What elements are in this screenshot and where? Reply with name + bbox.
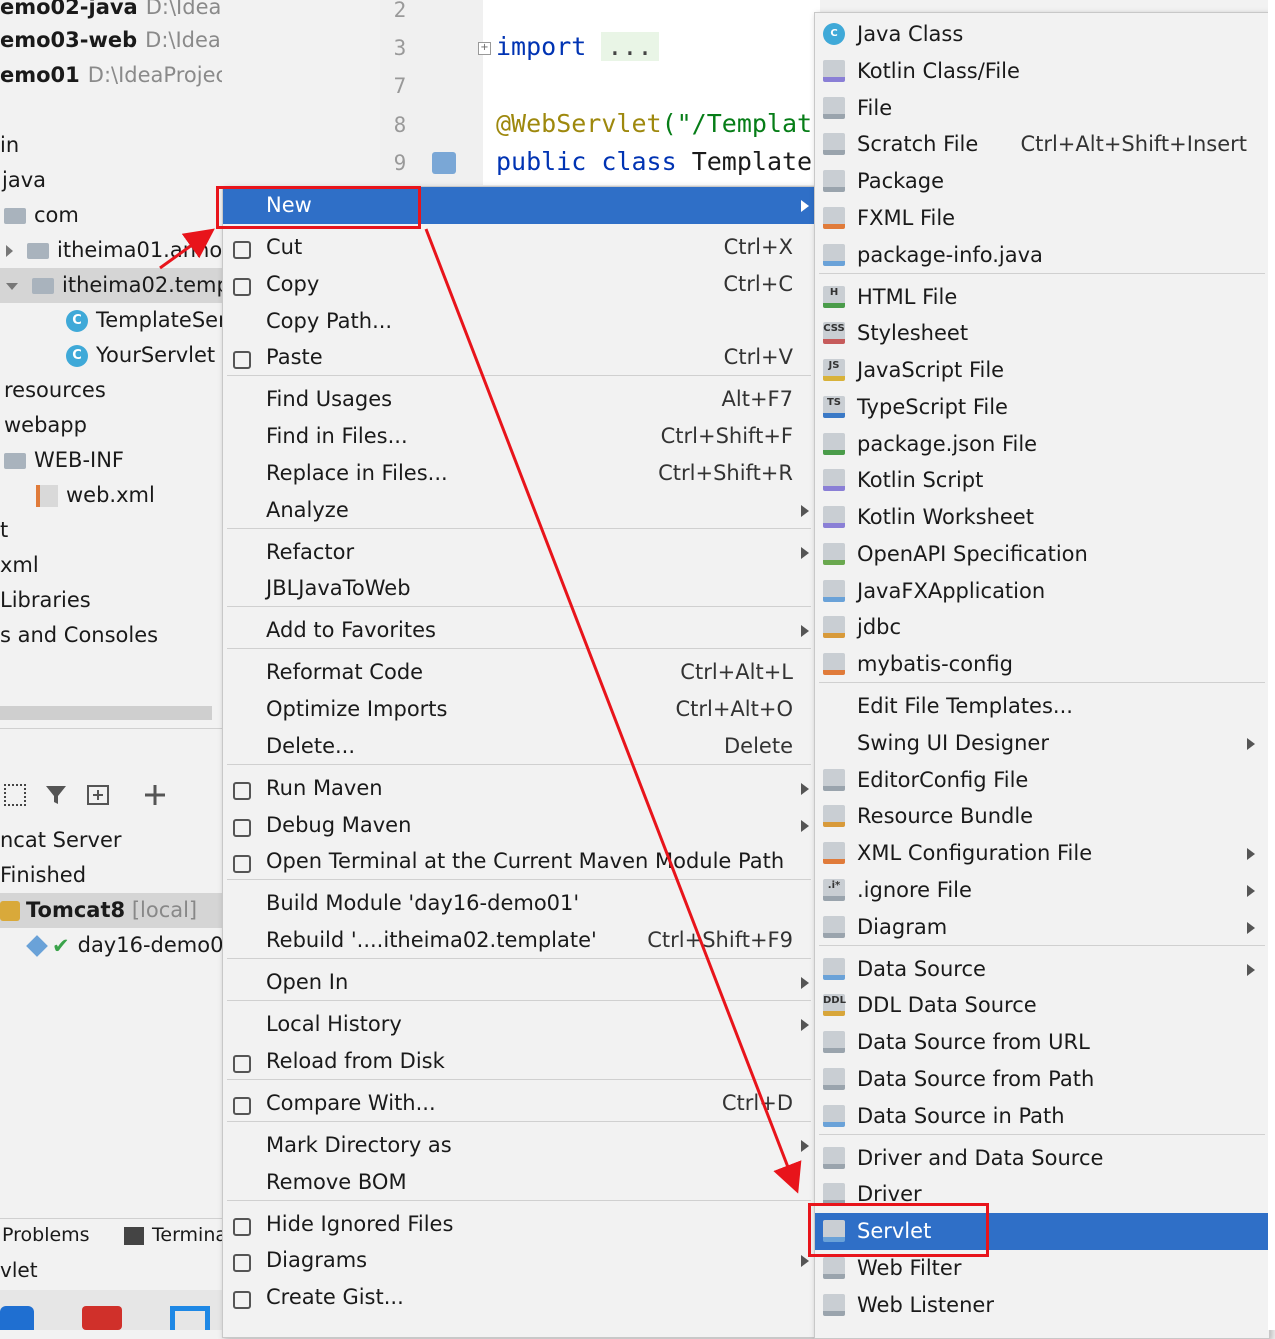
annotation-arrows (159, 228, 802, 1194)
arrow-to-new (159, 228, 215, 270)
arrow-to-servlet (424, 228, 802, 1194)
